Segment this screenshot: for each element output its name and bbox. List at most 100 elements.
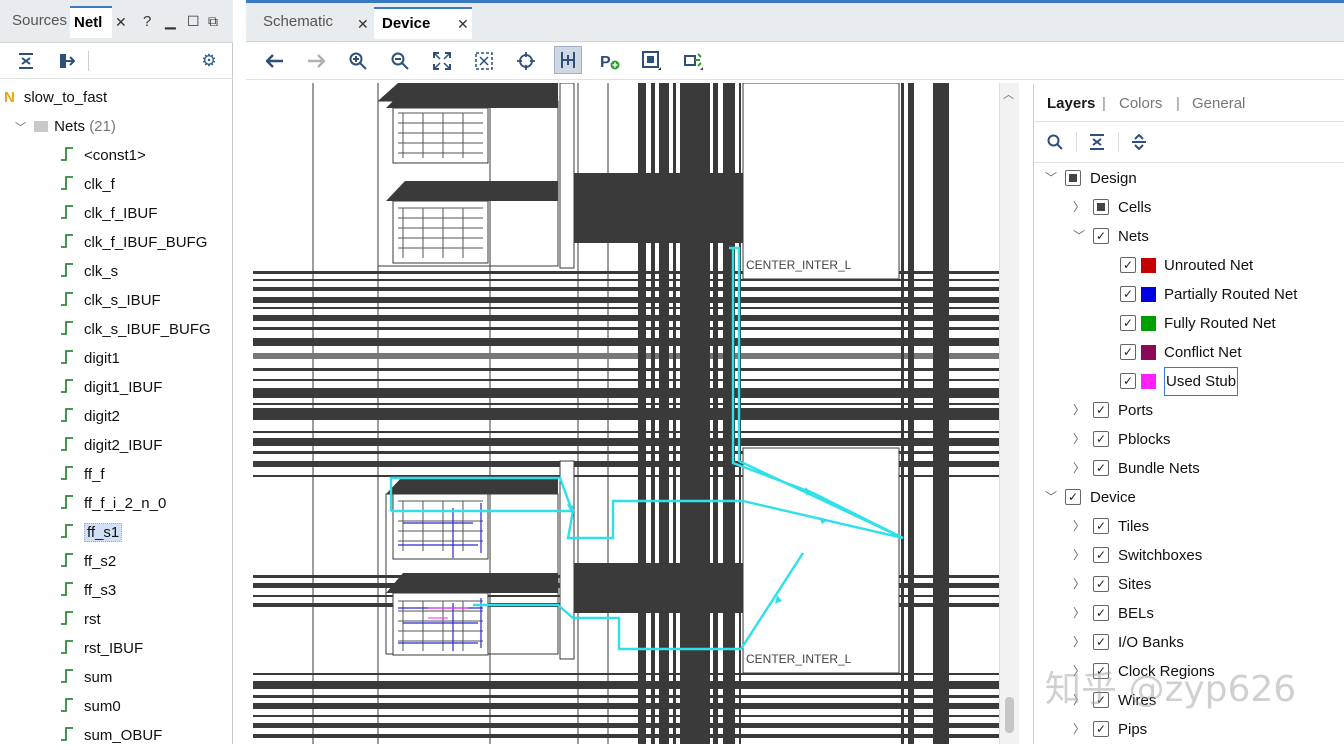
routing-resources-icon[interactable] [554, 46, 582, 74]
layer-checkbox[interactable] [1065, 170, 1081, 186]
layer-checkbox[interactable]: ✓ [1120, 257, 1136, 273]
tab-schematic[interactable]: Schematic [259, 7, 337, 39]
layer-design-item[interactable]: 〉 ✓ Pblocks [1033, 425, 1333, 454]
layer-checkbox[interactable]: ✓ [1093, 634, 1109, 650]
forward-arrow-icon[interactable] [304, 49, 328, 73]
net-item[interactable]: ff_s3 [60, 576, 116, 605]
layer-nets[interactable]: ﹀ ✓ Nets [1033, 222, 1333, 251]
layer-checkbox[interactable]: ✓ [1120, 286, 1136, 302]
layer-checkbox[interactable]: ✓ [1093, 431, 1109, 447]
site-view-icon[interactable] [640, 49, 664, 73]
net-item[interactable]: sum [60, 663, 112, 692]
close-netlist-tab-icon[interactable]: ✕ [115, 14, 127, 31]
net-item[interactable]: rst [60, 605, 101, 634]
help-icon[interactable]: ? [143, 13, 151, 30]
layer-checkbox[interactable]: ✓ [1065, 489, 1081, 505]
tab-netlist[interactable]: Netl [70, 6, 112, 38]
layer-checkbox[interactable]: ✓ [1093, 547, 1109, 563]
settings-gear-icon[interactable]: ⚙ [197, 49, 221, 73]
net-item[interactable]: digit2 [60, 402, 120, 431]
chevron-right-icon[interactable]: 〉 [1073, 193, 1085, 222]
zoom-area-icon[interactable] [472, 49, 496, 73]
layer-checkbox[interactable]: ✓ [1120, 373, 1136, 389]
chevron-right-icon[interactable]: 〉 [1073, 599, 1085, 628]
net-item[interactable]: <const1> [60, 141, 146, 170]
layer-checkbox[interactable]: ✓ [1093, 576, 1109, 592]
package-pins-icon[interactable] [682, 49, 706, 73]
zoom-out-icon[interactable] [388, 49, 412, 73]
chevron-down-icon[interactable]: ﹀ [1045, 164, 1057, 193]
layer-cells[interactable]: 〉 Cells [1033, 193, 1333, 222]
net-item[interactable]: ff_s1 [60, 518, 123, 547]
net-item[interactable]: digit1 [60, 344, 120, 373]
layer-net-type[interactable]: ✓ Fully Routed Net [1033, 309, 1333, 338]
layer-checkbox[interactable]: ✓ [1093, 518, 1109, 534]
chevron-down-icon[interactable]: ﹀ [1073, 222, 1085, 251]
layer-net-type[interactable]: ✓ Used Stub [1033, 367, 1333, 396]
layer-device-item[interactable]: 〉 ✓ Pips [1033, 715, 1333, 744]
layer-checkbox[interactable]: ✓ [1120, 344, 1136, 360]
collapse-all-icon[interactable] [1085, 130, 1109, 154]
net-item[interactable]: clk_s_IBUF_BUFG [60, 315, 211, 344]
layer-device-item[interactable]: 〉 ✓ BELs [1033, 599, 1333, 628]
zoom-in-icon[interactable] [346, 49, 370, 73]
layer-checkbox[interactable]: ✓ [1093, 605, 1109, 621]
layer-checkbox[interactable]: ✓ [1093, 721, 1109, 737]
net-item[interactable]: ff_f_i_2_n_0 [60, 489, 166, 518]
net-item[interactable]: clk_s [60, 257, 118, 286]
layer-device-item[interactable]: 〉 ✓ Sites [1033, 570, 1333, 599]
layer-checkbox[interactable] [1093, 199, 1109, 215]
search-icon[interactable] [1043, 130, 1067, 154]
chevron-right-icon[interactable]: 〉 [1073, 541, 1085, 570]
zoom-fit-icon[interactable] [430, 49, 454, 73]
chevron-right-icon[interactable]: 〉 [1073, 715, 1085, 744]
net-item[interactable]: rst_IBUF [60, 634, 143, 663]
canvas-vertical-scrollbar[interactable]: ︿ [999, 83, 1019, 744]
chevron-right-icon[interactable]: 〉 [1073, 570, 1085, 599]
maximize-icon[interactable]: ☐ [187, 13, 200, 30]
tab-sources[interactable]: Sources [8, 6, 71, 38]
layer-net-type[interactable]: ✓ Partially Routed Net [1033, 280, 1333, 309]
layer-net-type[interactable]: ✓ Conflict Net [1033, 338, 1333, 367]
net-item[interactable]: clk_f_IBUF_BUFG [60, 228, 207, 257]
chevron-down-icon[interactable]: ﹀ [1045, 483, 1057, 512]
close-schematic-tab-icon[interactable]: ✕ [357, 16, 369, 33]
collapse-all-icon[interactable] [14, 49, 38, 73]
layer-net-type[interactable]: ✓ Unrouted Net [1033, 251, 1333, 280]
layer-checkbox[interactable]: ✓ [1093, 402, 1109, 418]
tree-root[interactable]: Nslow_to_fast [4, 83, 107, 112]
back-arrow-icon[interactable] [263, 49, 287, 73]
layer-device-item[interactable]: 〉 ✓ Tiles [1033, 512, 1333, 541]
chevron-right-icon[interactable]: 〉 [1073, 512, 1085, 541]
layer-device-item[interactable]: 〉 ✓ I/O Banks [1033, 628, 1333, 657]
device-view-canvas[interactable]: CENTER_INTER_L CENTER_INTER_L [253, 83, 999, 744]
tab-general[interactable]: General [1192, 95, 1245, 112]
chevron-right-icon[interactable]: 〉 [1073, 454, 1085, 483]
close-device-tab-icon[interactable]: ✕ [457, 16, 469, 33]
net-item[interactable]: digit1_IBUF [60, 373, 162, 402]
net-item[interactable]: clk_f_IBUF [60, 199, 157, 228]
layer-device[interactable]: ﹀ ✓ Device [1033, 483, 1333, 512]
auto-fit-selection-icon[interactable] [514, 49, 538, 73]
float-icon[interactable]: ⧉ [208, 13, 218, 30]
net-item[interactable]: ff_s2 [60, 547, 116, 576]
tab-layers[interactable]: Layers [1047, 95, 1095, 112]
chevron-right-icon[interactable]: 〉 [1073, 425, 1085, 454]
layer-design[interactable]: ﹀ Design [1033, 164, 1333, 193]
layer-design-item[interactable]: 〉 ✓ Bundle Nets [1033, 454, 1333, 483]
net-item[interactable]: ff_f [60, 460, 105, 489]
layer-design-item[interactable]: 〉 ✓ Ports [1033, 396, 1333, 425]
layer-checkbox[interactable]: ✓ [1093, 228, 1109, 244]
net-item[interactable]: clk_s_IBUF [60, 286, 161, 315]
scroll-up-icon[interactable]: ︿ [1003, 86, 1014, 102]
minimize-icon[interactable]: ▁ [165, 13, 176, 30]
chevron-right-icon[interactable]: 〉 [1073, 396, 1085, 425]
layer-checkbox[interactable]: ✓ [1120, 315, 1136, 331]
expand-all-icon[interactable] [1127, 130, 1151, 154]
scrollbar-thumb[interactable] [1005, 697, 1014, 733]
layer-device-item[interactable]: 〉 ✓ Switchboxes [1033, 541, 1333, 570]
net-item[interactable]: digit2_IBUF [60, 431, 162, 460]
net-item[interactable]: clk_f [60, 170, 115, 199]
tree-nets-folder[interactable]: ﹀ Nets (21) [15, 112, 116, 141]
chevron-down-icon[interactable]: ﹀ [15, 122, 26, 134]
